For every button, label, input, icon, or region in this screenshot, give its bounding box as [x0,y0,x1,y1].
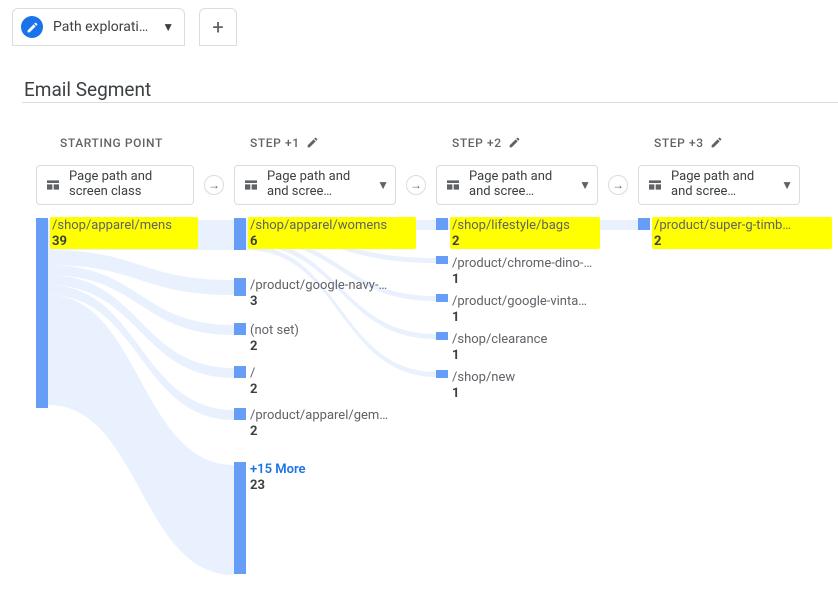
node-count: 2 [250,339,257,354]
add-tab-button[interactable]: + [199,8,237,46]
edit-step-icon[interactable] [306,136,319,149]
edit-icon [21,16,43,38]
node-label: /shop/apparel/mens [52,218,172,233]
table-icon [45,177,61,193]
node-count: 1 [452,386,459,401]
dimension-card-step2[interactable]: Page path andand scree… ▼ [436,165,598,205]
card-label: Page path andand scree… [267,170,350,200]
dimension-card-step3[interactable]: Page path andand scree… ▼ [638,165,800,205]
node-label: /shop/lifestyle/bags [452,218,570,233]
tab-active[interactable]: Path explorati… ▼ [12,8,185,46]
table-icon [445,177,461,193]
node-count: 6 [250,234,257,249]
arrow-right-icon: → [406,175,426,195]
dimension-card-start[interactable]: Page path andscreen class [36,165,194,205]
node-count: 2 [452,234,459,249]
node-count: 1 [452,272,459,287]
node-label: (not set) [250,323,299,338]
node-count: 23 [250,478,265,493]
node-count: 2 [250,424,257,439]
tab-label: Path explorati… [53,19,148,35]
node-label: /shop/new [452,370,515,385]
node-label: /product/apparel/gem… [250,408,388,423]
arrow-right-icon: → [608,175,628,195]
more-link[interactable]: +15 More [250,462,306,477]
table-icon [243,177,259,193]
node-label: / [250,366,255,381]
column-header-start: STARTING POINT [60,136,163,150]
chevron-down-icon[interactable]: ▼ [377,178,389,192]
node-label: /product/chrome-dino-… [452,256,592,271]
sankey-diagram: /shop/apparel/mens 39 /shop/apparel/wome… [0,210,838,600]
chevron-down-icon[interactable]: ▼ [781,178,793,192]
column-header-step2[interactable]: STEP +2 [452,136,521,150]
node-label: /shop/clearance [452,332,547,347]
divider [22,102,838,103]
arrow-right-icon: → [204,175,224,195]
column-header-step3[interactable]: STEP +3 [654,136,723,150]
page-title: Email Segment [24,78,151,101]
node-count: 1 [452,348,459,363]
node-count: 2 [250,382,257,397]
node-count: 39 [52,234,67,249]
card-label: Page path andand scree… [671,170,754,200]
node-count: 1 [452,310,459,325]
node-label: /product/google-vinta… [452,294,587,309]
card-label: Page path andscreen class [69,170,152,200]
card-label: Page path andand scree… [469,170,552,200]
node-label: /shop/apparel/womens [250,218,387,233]
caret-down-icon[interactable]: ▼ [162,20,174,34]
dimension-card-step1[interactable]: Page path andand scree… ▼ [234,165,396,205]
edit-step-icon[interactable] [508,136,521,149]
column-header-step1[interactable]: STEP +1 [250,136,319,150]
node-label: /product/super-g-timb… [654,218,791,233]
node-count: 2 [654,234,661,249]
table-icon [647,177,663,193]
node-label: /product/google-navy-… [250,278,387,293]
node-count: 3 [250,294,257,309]
chevron-down-icon[interactable]: ▼ [579,178,591,192]
edit-step-icon[interactable] [710,136,723,149]
